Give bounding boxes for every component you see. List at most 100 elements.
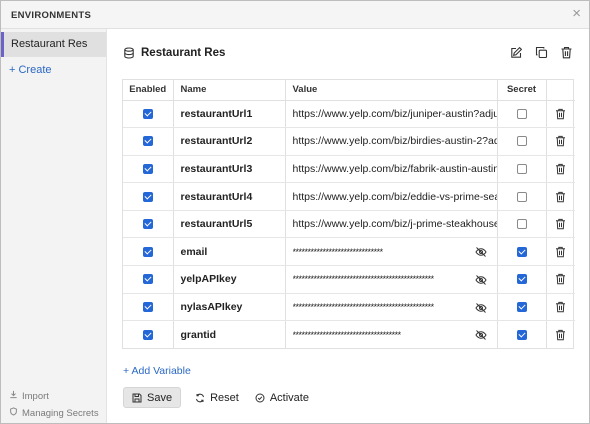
variable-name[interactable]: restaurantUrl3 xyxy=(173,155,286,184)
variable-name[interactable]: restaurantUrl4 xyxy=(173,182,286,211)
trash-icon[interactable] xyxy=(555,191,566,203)
duplicate-icon[interactable] xyxy=(535,46,548,59)
enabled-checkbox[interactable] xyxy=(142,164,153,175)
secret-cell xyxy=(497,127,547,156)
secret-checkbox[interactable] xyxy=(516,246,527,257)
column-delete xyxy=(546,80,575,101)
add-variable-link[interactable]: + Add Variable xyxy=(123,365,191,377)
table-row: restaurantUrl3 https://www.yelp.com/biz/… xyxy=(123,155,575,184)
variable-value-masked: ****************************************… xyxy=(292,274,435,285)
enabled-checkbox[interactable] xyxy=(142,274,153,285)
variable-value-cell[interactable]: https://www.yelp.com/biz/j-prime-steakho… xyxy=(285,210,498,239)
enabled-checkbox[interactable] xyxy=(142,191,153,202)
sidebar: Restaurant Res + Create Import Managing … xyxy=(1,29,107,423)
secret-cell xyxy=(497,237,547,267)
enabled-checkbox[interactable] xyxy=(142,246,153,257)
enabled-checkbox[interactable] xyxy=(142,108,153,119)
secret-checkbox[interactable] xyxy=(516,302,527,313)
table-row: restaurantUrl5 https://www.yelp.com/biz/… xyxy=(123,210,575,239)
variable-value-cell[interactable]: ************************************ xyxy=(285,320,498,349)
table-row: email ****************************** xyxy=(123,237,575,267)
variable-name[interactable]: email xyxy=(173,237,286,267)
enabled-cell xyxy=(123,320,174,349)
secret-checkbox[interactable] xyxy=(516,164,527,175)
managing-secrets-link[interactable]: Managing Secrets xyxy=(9,407,99,419)
environment-title: Restaurant Res xyxy=(141,47,226,59)
variable-value-cell[interactable]: ****************************** xyxy=(285,237,498,267)
variable-value-masked: ****************************** xyxy=(292,246,384,257)
variable-value-cell[interactable]: ****************************************… xyxy=(285,293,498,322)
trash-icon[interactable] xyxy=(555,273,566,285)
save-icon xyxy=(132,393,142,403)
enabled-cell xyxy=(123,182,174,211)
enabled-cell xyxy=(123,265,174,294)
secret-checkbox[interactable] xyxy=(516,108,527,119)
delete-cell xyxy=(546,321,575,349)
trash-icon[interactable] xyxy=(555,163,566,175)
variable-name[interactable]: restaurantUrl1 xyxy=(173,100,286,129)
delete-cell xyxy=(546,127,575,156)
secret-cell xyxy=(497,320,547,349)
sidebar-item-restaurant-res[interactable]: Restaurant Res xyxy=(1,32,106,57)
table-row: nylasAPIkey ****************************… xyxy=(123,293,575,322)
variable-value-cell[interactable]: https://www.yelp.com/biz/birdies-austin-… xyxy=(285,127,498,156)
secret-checkbox[interactable] xyxy=(516,219,527,230)
check-circle-icon xyxy=(255,393,265,403)
secret-cell xyxy=(497,100,547,129)
secret-checkbox[interactable] xyxy=(516,191,527,202)
variable-name[interactable]: restaurantUrl5 xyxy=(173,210,286,239)
variable-name[interactable]: nylasAPIkey xyxy=(173,293,286,322)
activate-button[interactable]: Activate xyxy=(255,392,309,404)
table-row: grantid ********************************… xyxy=(123,320,575,349)
column-name: Name xyxy=(173,80,286,101)
eye-slash-icon[interactable] xyxy=(474,302,487,314)
enabled-checkbox[interactable] xyxy=(142,219,153,230)
enabled-checkbox[interactable] xyxy=(142,136,153,147)
delete-cell xyxy=(546,293,575,322)
secret-checkbox[interactable] xyxy=(516,274,527,285)
variable-value-cell[interactable]: https://www.yelp.com/biz/juniper-austin?… xyxy=(285,100,498,129)
edit-icon[interactable] xyxy=(510,46,523,59)
secret-checkbox[interactable] xyxy=(516,136,527,147)
footer-buttons: Save Reset Activate xyxy=(123,387,309,408)
save-button[interactable]: Save xyxy=(123,387,182,408)
close-button[interactable]: × xyxy=(572,6,581,22)
variable-value-cell[interactable]: https://www.yelp.com/biz/fabrik-austin-a… xyxy=(285,155,498,184)
trash-icon[interactable] xyxy=(555,135,566,147)
create-environment-link[interactable]: + Create xyxy=(9,64,52,76)
enabled-checkbox[interactable] xyxy=(142,329,153,340)
modal-title: ENVIRONMENTS xyxy=(11,10,92,21)
database-icon xyxy=(123,47,135,59)
enabled-cell xyxy=(123,100,174,129)
variable-value: https://www.yelp.com/biz/eddie-vs-prime-… xyxy=(292,190,497,203)
variable-name[interactable]: restaurantUrl2 xyxy=(173,127,286,156)
variable-value-cell[interactable]: https://www.yelp.com/biz/eddie-vs-prime-… xyxy=(285,182,498,211)
trash-icon[interactable] xyxy=(560,46,573,59)
refresh-icon xyxy=(195,393,205,403)
table-header-row: Enabled Name Value Secret xyxy=(123,80,575,101)
trash-icon[interactable] xyxy=(555,301,566,313)
secret-cell xyxy=(497,155,547,184)
enabled-checkbox[interactable] xyxy=(142,302,153,313)
secret-cell xyxy=(497,182,547,211)
trash-icon[interactable] xyxy=(555,218,566,230)
trash-icon[interactable] xyxy=(555,108,566,120)
enabled-cell xyxy=(123,210,174,239)
variable-name[interactable]: grantid xyxy=(173,320,286,349)
variable-value-cell[interactable]: ****************************************… xyxy=(285,265,498,294)
table-row: yelpAPIkey *****************************… xyxy=(123,265,575,294)
eye-slash-icon[interactable] xyxy=(474,329,487,341)
activate-label: Activate xyxy=(269,391,309,404)
reset-label: Reset xyxy=(210,391,239,404)
trash-icon[interactable] xyxy=(555,329,566,341)
trash-icon[interactable] xyxy=(555,246,566,258)
eye-slash-icon[interactable] xyxy=(474,246,487,258)
reset-button[interactable]: Reset xyxy=(195,392,239,404)
eye-slash-icon[interactable] xyxy=(474,274,487,286)
secret-checkbox[interactable] xyxy=(516,329,527,340)
import-label: Import xyxy=(22,390,49,402)
enabled-cell xyxy=(123,293,174,322)
variable-name[interactable]: yelpAPIkey xyxy=(173,265,286,294)
import-link[interactable]: Import xyxy=(9,390,49,402)
enabled-cell xyxy=(123,155,174,184)
